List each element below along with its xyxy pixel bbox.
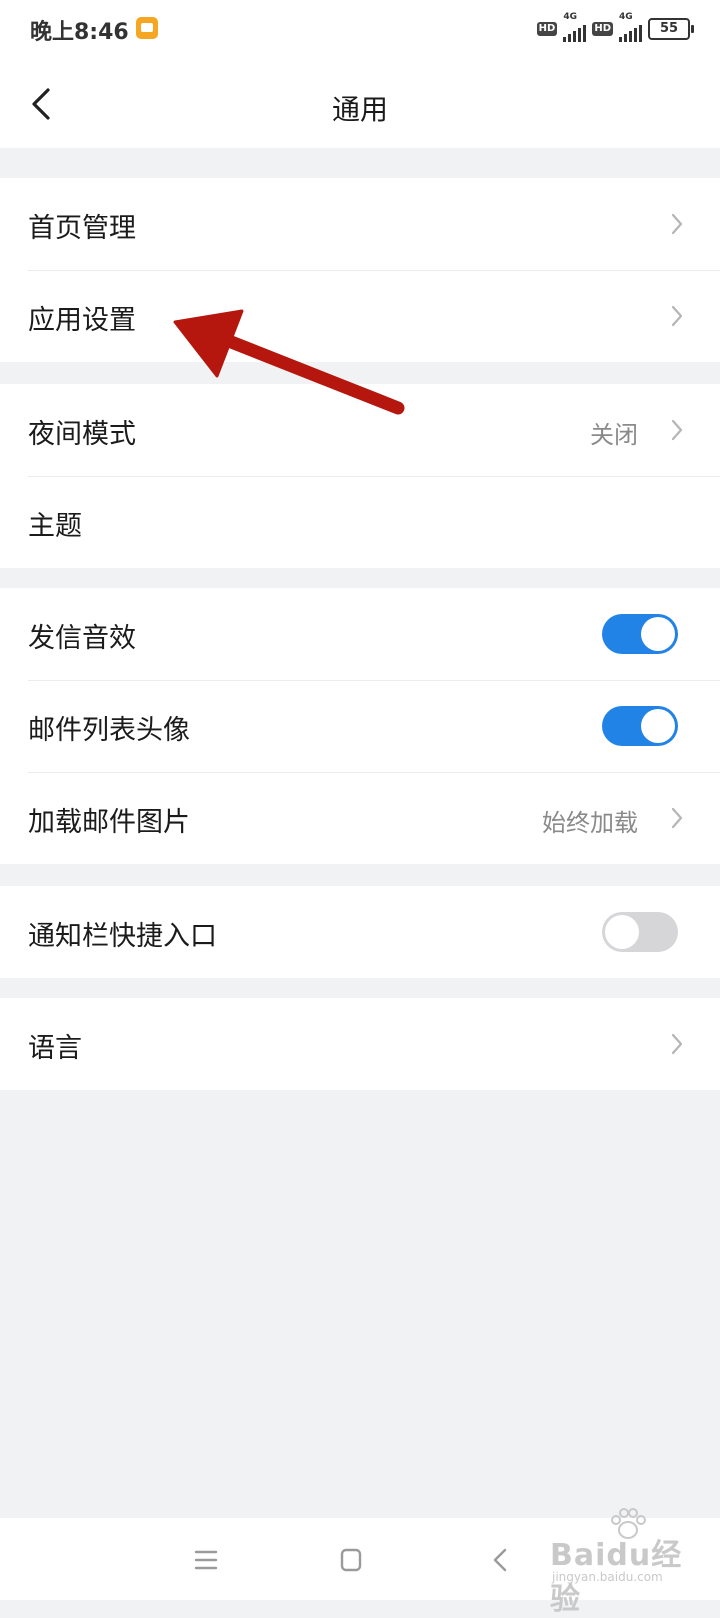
row-label: 加载邮件图片 <box>28 807 190 838</box>
row-load-images[interactable]: 加载邮件图片 始终加载 <box>0 772 720 864</box>
settings-group-pages: 首页管理 应用设置 <box>0 178 720 362</box>
settings-group-language: 语言 <box>0 998 720 1090</box>
chevron-right-icon <box>671 419 683 441</box>
row-home-manage[interactable]: 首页管理 <box>0 178 720 270</box>
system-nav-bar: Baidu经验 jingyan.baidu.com <box>0 1508 720 1617</box>
settings-group-display: 夜间模式 关闭 主题 <box>0 384 720 568</box>
chevron-right-icon <box>671 1033 683 1055</box>
toggle-knob <box>605 915 639 949</box>
status-bar: 晚上8:46 HD 4G HD 4G 55 <box>0 0 720 60</box>
notify-shortcut-toggle[interactable] <box>602 912 678 952</box>
signal-icon: 4G <box>563 12 587 42</box>
row-list-avatar: 邮件列表头像 <box>0 680 720 772</box>
row-label: 首页管理 <box>28 213 136 244</box>
home-icon[interactable] <box>333 1542 369 1578</box>
chevron-right-icon <box>671 305 683 327</box>
row-label: 语言 <box>28 1033 82 1064</box>
row-label: 邮件列表头像 <box>28 715 190 746</box>
baidu-jingyan-watermark: Baidu经验 jingyan.baidu.com <box>540 1508 690 1617</box>
row-label: 发信音效 <box>28 623 136 654</box>
row-send-sound: 发信音效 <box>0 588 720 680</box>
network-type-label: 4G <box>619 12 633 22</box>
page-title: 通用 <box>331 93 388 126</box>
row-label: 夜间模式 <box>28 419 136 450</box>
row-label: 通知栏快捷入口 <box>28 921 217 952</box>
row-notify-shortcut: 通知栏快捷入口 <box>0 886 720 978</box>
night-mode-value: 关闭 <box>590 421 638 449</box>
chevron-right-icon <box>671 807 683 829</box>
send-sound-toggle[interactable] <box>602 614 678 654</box>
row-label: 应用设置 <box>28 305 136 336</box>
settings-group-mail: 发信音效 邮件列表头像 加载邮件图片 始终加载 <box>0 588 720 864</box>
settings-group-notification: 通知栏快捷入口 <box>0 886 720 978</box>
battery-icon: 55 <box>648 18 694 40</box>
row-app-settings[interactable]: 应用设置 <box>0 270 720 362</box>
hd-badge: HD <box>536 22 558 36</box>
status-time: 晚上8:46 <box>30 20 129 45</box>
watermark-url: jingyan.baidu.com <box>552 1570 663 1584</box>
hd-badge: HD <box>592 22 613 36</box>
status-indicators: HD 4G HD 4G 55 <box>536 12 694 42</box>
row-night-mode[interactable]: 夜间模式 关闭 <box>0 384 720 476</box>
toggle-knob <box>641 617 675 651</box>
app-header: 通用 <box>0 60 720 148</box>
back-nav-icon[interactable] <box>483 1542 519 1578</box>
network-type-label: 4G <box>563 12 577 22</box>
chevron-right-icon <box>671 213 683 235</box>
row-language[interactable]: 语言 <box>0 998 720 1090</box>
toggle-knob <box>641 709 675 743</box>
menu-icon[interactable] <box>188 1542 224 1578</box>
row-label: 主题 <box>28 511 82 542</box>
row-theme[interactable]: 主题 <box>0 476 720 568</box>
notification-app-icon <box>136 17 158 39</box>
signal-icon: 4G <box>619 12 642 42</box>
load-images-value: 始终加载 <box>542 809 638 837</box>
list-avatar-toggle[interactable] <box>602 706 678 746</box>
